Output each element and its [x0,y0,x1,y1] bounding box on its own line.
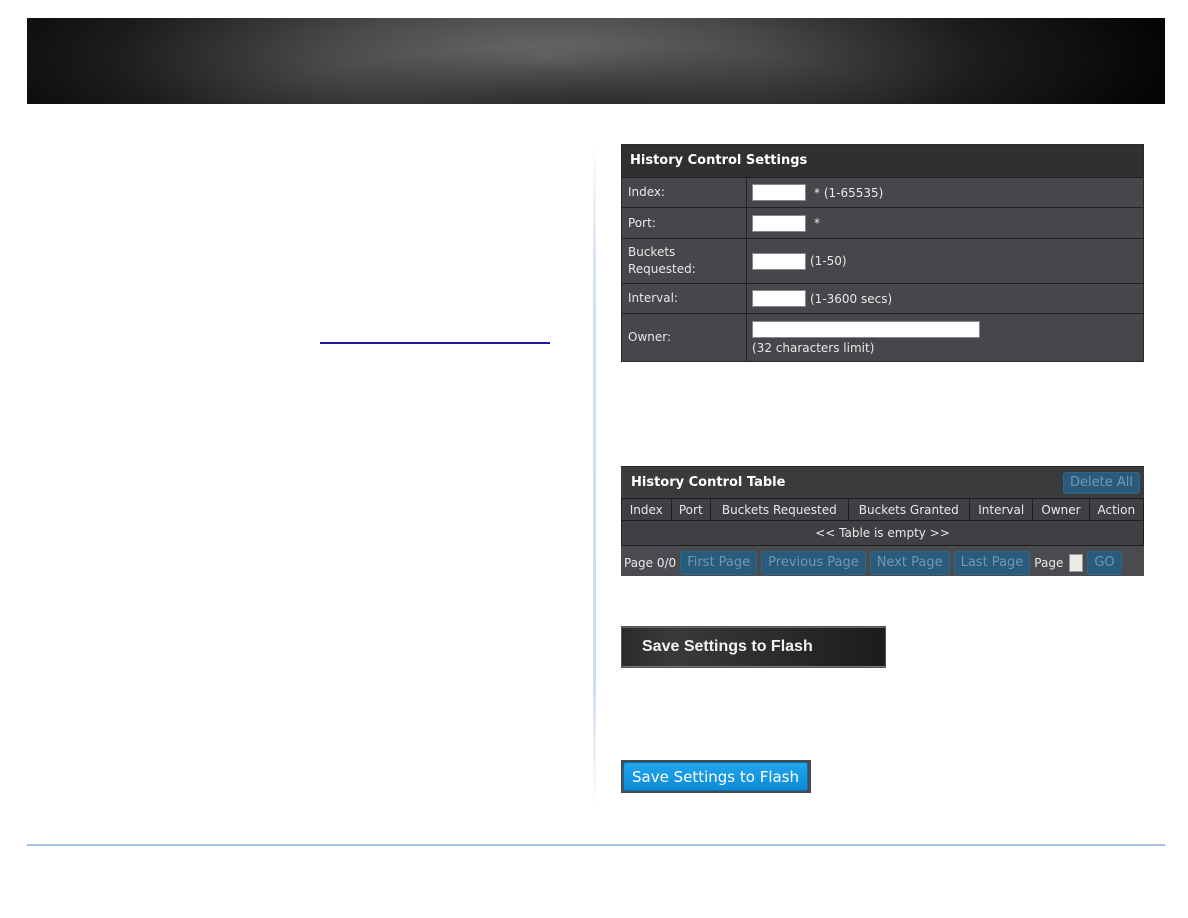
save-settings-to-flash-button[interactable]: Save Settings to Flash [623,762,808,791]
column-header-action: Action [1088,498,1145,521]
port-row: Port: * [622,208,1143,239]
delete-all-button[interactable]: Delete All [1063,471,1140,494]
first-page-button[interactable]: First Page [680,550,758,575]
page-status: Page 0/0 [624,555,677,570]
port-input[interactable] [752,214,806,232]
column-header-buckets-requested: Buckets Requested [710,498,849,521]
history-control-table: Index Port Buckets Requested Buckets Gra… [621,498,1145,546]
interval-label: Interval: [622,284,747,313]
save-settings-to-flash-button-dark[interactable]: Save Settings to Flash [621,626,886,668]
last-page-button[interactable]: Last Page [953,550,1031,575]
index-input[interactable] [752,184,806,201]
interval-row: Interval: (1-3600 secs) [622,284,1143,314]
column-header-buckets-granted: Buckets Granted [847,498,971,521]
column-divider [593,140,596,810]
next-page-button[interactable]: Next Page [869,550,950,575]
column-header-owner: Owner [1032,498,1090,521]
port-hint: * [814,216,820,230]
interval-hint: (1-3600 secs) [810,291,893,306]
table-title: History Control Table [631,475,786,490]
history-control-table-panel: History Control Table Delete All Index P… [621,466,1145,579]
pagination: Page 0/0 First Page Previous Page Next P… [621,546,1144,579]
interval-input[interactable] [752,290,806,307]
port-label: Port: [622,208,747,238]
history-control-settings-panel: History Control Settings Index: * (1-655… [621,144,1144,362]
owner-input[interactable] [752,320,980,338]
owner-label: Owner: [622,314,747,361]
table-empty-message: << Table is empty >> [621,520,1144,546]
footer-divider [27,844,1165,846]
index-hint: * (1-65535) [814,185,884,200]
go-button[interactable]: GO [1087,550,1122,575]
column-header-port: Port [670,498,712,521]
header-banner [27,18,1165,104]
index-label: Index: [622,178,747,207]
buckets-requested-input[interactable] [752,252,806,270]
save-button-frame: Save Settings to Flash [621,760,811,793]
owner-hint: (32 characters limit) [752,340,875,355]
page-number-input[interactable] [1069,553,1084,572]
column-header-index: Index [621,498,672,521]
buckets-requested-row: Buckets Requested: (1-50) [622,239,1143,284]
page-label: Page [1034,555,1064,570]
hyperlink-underline[interactable] [320,342,550,344]
previous-page-button[interactable]: Previous Page [761,550,866,575]
owner-row: Owner: (32 characters limit) [622,314,1143,361]
panel-title: History Control Settings [622,145,1143,178]
column-header-interval: Interval [969,498,1034,521]
index-row: Index: * (1-65535) [622,178,1143,208]
buckets-requested-label: Buckets Requested: [622,239,747,283]
buckets-requested-hint: (1-50) [810,254,847,268]
